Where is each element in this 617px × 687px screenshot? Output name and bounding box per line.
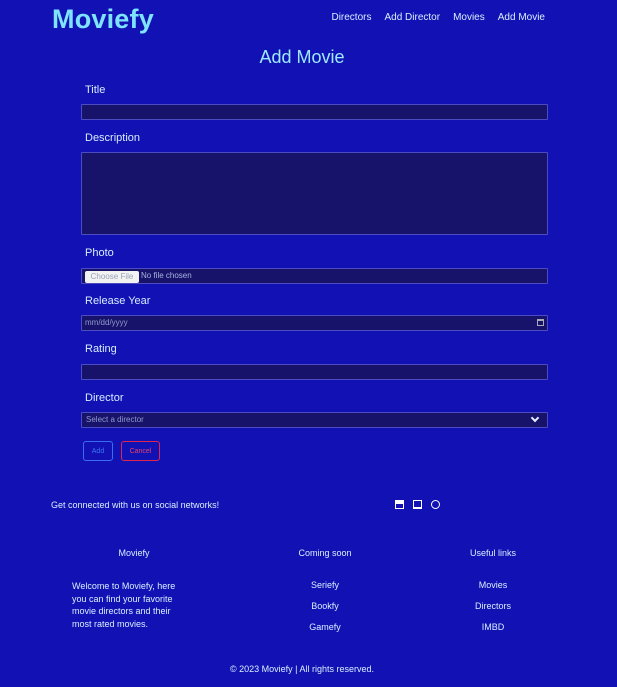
monitor-icon[interactable] <box>413 500 422 509</box>
page-title: Add Movie <box>259 47 345 67</box>
photo-file-input[interactable]: Choose File No file chosen <box>81 268 548 284</box>
release-year-label: Release Year <box>85 295 151 307</box>
description-textarea[interactable] <box>81 152 548 235</box>
choose-file-button[interactable]: Choose File <box>85 271 139 283</box>
director-label: Director <box>85 392 124 404</box>
rating-input[interactable] <box>81 364 548 380</box>
footer-link-imbd[interactable]: IMBD <box>463 622 523 632</box>
chevron-down-icon <box>530 413 540 423</box>
footer-col-useful-links-title: Useful links <box>469 548 516 558</box>
rating-label: Rating <box>85 343 117 355</box>
footer-link-seriefy[interactable]: Seriefy <box>295 580 355 590</box>
cancel-button[interactable]: Cancel <box>121 441 160 461</box>
footer-link-movies[interactable]: Movies <box>463 580 523 590</box>
github-icon[interactable] <box>431 500 440 509</box>
footer-about-text: Welcome to Moviefy, here you can find yo… <box>72 581 176 629</box>
card-icon[interactable] <box>395 500 404 509</box>
footer-col-coming-soon-title: Coming soon <box>298 548 352 558</box>
copyright: © 2023 Moviefy | All rights reserved. <box>229 664 375 674</box>
nav-add-movie[interactable]: Add Movie <box>498 12 545 23</box>
top-nav: Directors Add Director Movies Add Movie <box>331 12 545 23</box>
title-input[interactable] <box>81 104 548 120</box>
release-year-input[interactable]: mm/dd/yyyy <box>81 315 548 331</box>
title-label: Title <box>85 84 106 96</box>
director-selected-value: Select a director <box>86 415 144 424</box>
footer-link-bookfy[interactable]: Bookfy <box>295 601 355 611</box>
nav-directors[interactable]: Directors <box>331 12 371 23</box>
footer-link-gamefy[interactable]: Gamefy <box>295 622 355 632</box>
footer-col-moviefy-title: Moviefy <box>118 548 150 558</box>
calendar-icon[interactable] <box>537 319 544 326</box>
release-year-placeholder: mm/dd/yyyy <box>85 318 128 327</box>
footer-link-directors[interactable]: Directors <box>463 601 523 611</box>
social-icons <box>395 500 440 509</box>
add-button[interactable]: Add <box>83 441 113 461</box>
social-text: Get connected with us on social networks… <box>51 500 220 510</box>
description-label: Description <box>85 132 141 144</box>
nav-add-director[interactable]: Add Director <box>384 12 440 23</box>
director-select[interactable]: Select a director <box>81 412 548 428</box>
file-status: No file chosen <box>141 271 192 280</box>
photo-label: Photo <box>85 247 114 259</box>
brand-logo[interactable]: Moviefy <box>52 4 154 35</box>
nav-movies[interactable]: Movies <box>453 12 485 23</box>
